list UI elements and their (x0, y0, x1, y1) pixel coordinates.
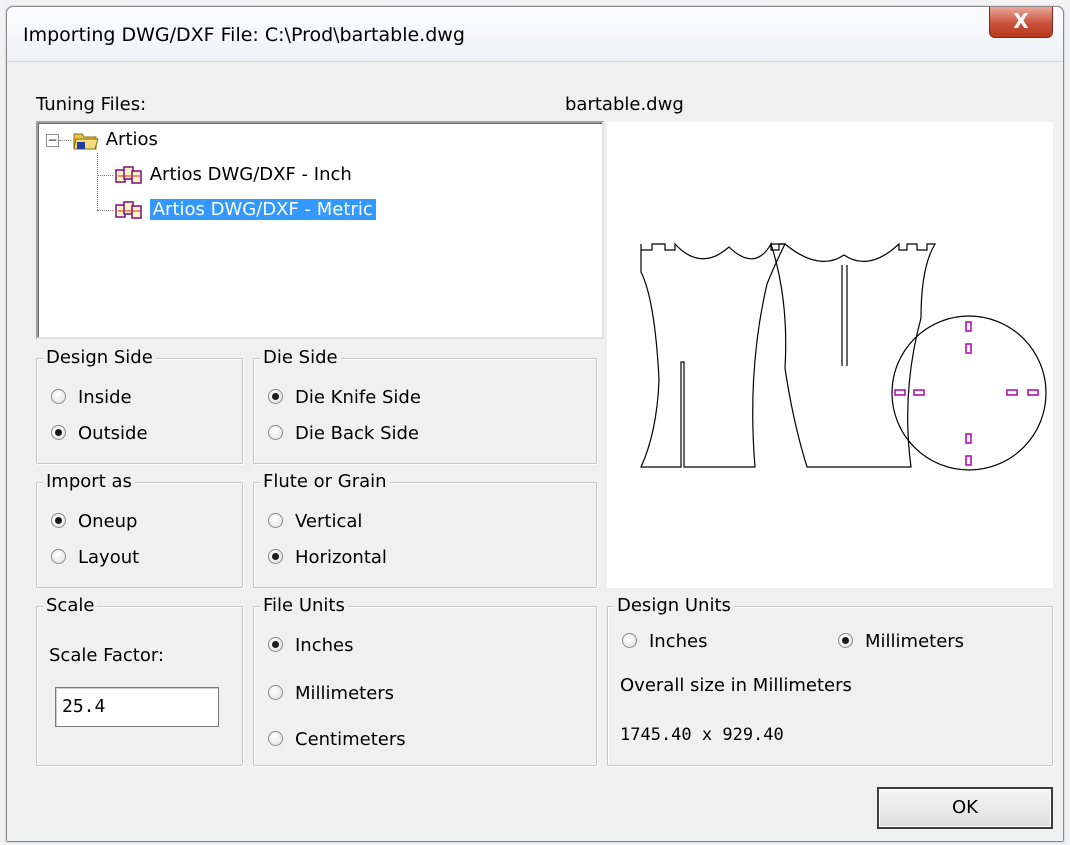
die-knife-side-radio[interactable]: Die Knife Side (268, 387, 421, 409)
file-units-millimeters-radio[interactable]: Millimeters (268, 683, 394, 705)
radio-icon (622, 632, 637, 648)
close-button[interactable]: X (989, 7, 1053, 38)
radio-icon (268, 424, 283, 440)
design-units-title: Design Units (614, 595, 734, 616)
import-dialog: Importing DWG/DXF File: C:\Prod\bartable… (6, 6, 1064, 842)
design-side-title: Design Side (43, 347, 156, 368)
tree-item-label: Artios (105, 129, 158, 150)
die-side-group: Die Side Die Knife Side Die Back Side (253, 347, 597, 464)
design-side-group: Design Side Inside Outside (36, 347, 243, 464)
file-units-group: File Units Inches Millimeters Centimeter… (253, 595, 597, 766)
tuning-files-label: Tuning Files: (36, 94, 147, 115)
radio-label: Inside (78, 387, 132, 408)
tree-item-metric[interactable]: Artios DWG/DXF - Metric (114, 197, 376, 223)
ok-button[interactable]: OK (877, 787, 1053, 829)
import-layout-radio[interactable]: Layout (51, 547, 139, 569)
overall-size-label: Overall size in Millimeters (620, 675, 852, 696)
radio-label: Layout (78, 547, 140, 568)
design-units-millimeters-radio[interactable]: Millimeters (838, 631, 964, 653)
tree-item-artios[interactable]: Artios (72, 127, 158, 153)
radio-label: Inches (295, 635, 354, 656)
tuning-file-icon (115, 166, 142, 184)
tree-item-label: Artios DWG/DXF - Metric (149, 199, 376, 220)
title-bar[interactable]: Importing DWG/DXF File: C:\Prod\bartable… (7, 7, 1063, 62)
collapse-icon[interactable]: − (46, 134, 59, 147)
design-units-group: Design Units Inches Millimeters Overall … (607, 595, 1053, 766)
preview-filename: bartable.dwg (565, 94, 684, 115)
radio-label: Outside (78, 423, 148, 444)
import-oneup-radio[interactable]: Oneup (51, 511, 137, 533)
file-units-inches-radio[interactable]: Inches (268, 635, 353, 657)
design-side-inside-radio[interactable]: Inside (51, 387, 132, 409)
flute-horizontal-radio[interactable]: Horizontal (268, 547, 387, 569)
import-as-title: Import as (43, 471, 135, 492)
radio-icon (268, 684, 283, 700)
tuning-files-tree[interactable]: − Artios Artios DWG/DXF - Inch Artios DW… (36, 121, 604, 339)
radio-icon (51, 388, 66, 404)
radio-label: Millimeters (865, 631, 965, 652)
scale-factor-label: Scale Factor: (49, 645, 164, 666)
scale-title: Scale (43, 595, 98, 616)
scale-group: Scale Scale Factor: 25.4 (36, 595, 243, 766)
radio-label: Inches (649, 631, 708, 652)
radio-icon (51, 424, 66, 440)
preview-panel (607, 122, 1053, 588)
radio-label: Centimeters (295, 729, 406, 750)
design-preview (640, 241, 1047, 471)
import-as-group: Import as Oneup Layout (36, 471, 243, 588)
flute-vertical-radio[interactable]: Vertical (268, 511, 362, 533)
flute-grain-group: Flute or Grain Vertical Horizontal (253, 471, 597, 588)
die-side-title: Die Side (260, 347, 341, 368)
radio-label: Oneup (78, 511, 138, 532)
radio-label: Die Knife Side (295, 387, 421, 408)
radio-icon (268, 730, 283, 746)
radio-label: Vertical (295, 511, 363, 532)
tree-item-inch[interactable]: Artios DWG/DXF - Inch (114, 162, 352, 188)
overall-size-value: 1745.40 x 929.40 (620, 725, 784, 745)
radio-label: Die Back Side (295, 423, 420, 444)
radio-label: Millimeters (295, 683, 395, 704)
design-side-outside-radio[interactable]: Outside (51, 423, 148, 445)
window-title: Importing DWG/DXF File: C:\Prod\bartable… (23, 24, 465, 46)
flute-grain-title: Flute or Grain (260, 471, 390, 492)
scale-factor-input[interactable]: 25.4 (55, 687, 219, 727)
tuning-file-icon (115, 201, 142, 219)
radio-icon (268, 512, 283, 528)
radio-icon (268, 548, 283, 564)
radio-icon (838, 632, 853, 648)
design-units-inches-radio[interactable]: Inches (622, 631, 707, 653)
radio-icon (268, 388, 283, 404)
radio-icon (51, 548, 66, 564)
file-units-centimeters-radio[interactable]: Centimeters (268, 729, 406, 751)
radio-label: Horizontal (295, 547, 387, 568)
folder-icon (73, 133, 99, 150)
radio-icon (268, 636, 283, 652)
dialog-body: Tuning Files: bartable.dwg − Artios Arti… (7, 62, 1063, 841)
close-icon: X (1013, 9, 1029, 33)
radio-icon (51, 512, 66, 528)
die-back-side-radio[interactable]: Die Back Side (268, 423, 419, 445)
file-units-title: File Units (260, 595, 348, 616)
tree-item-label: Artios DWG/DXF - Inch (149, 164, 352, 185)
